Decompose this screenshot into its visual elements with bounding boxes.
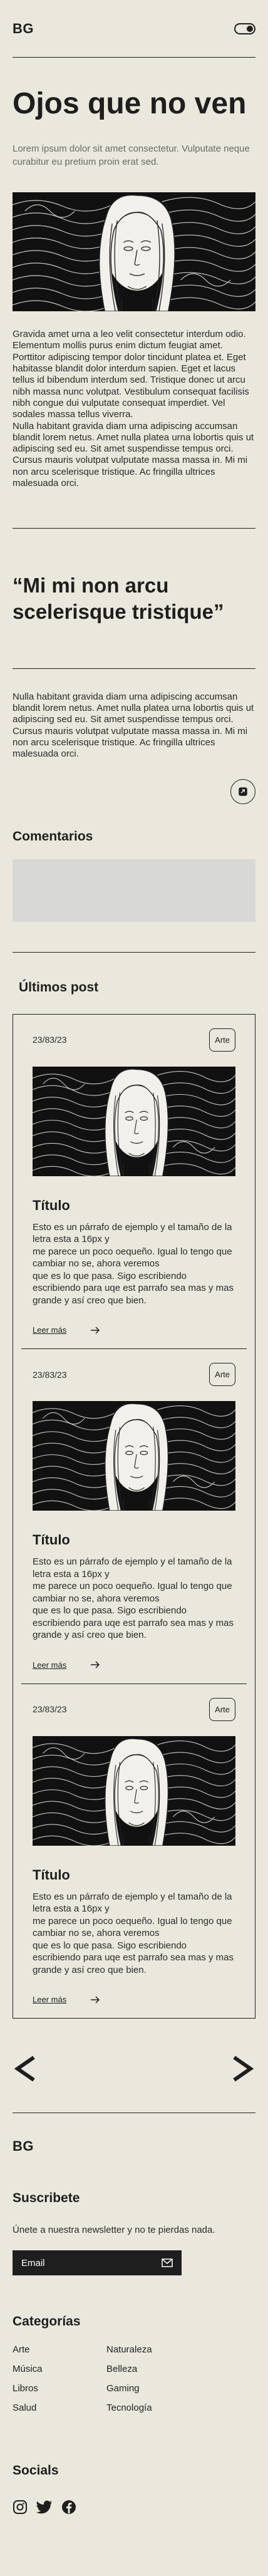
category-link[interactable]: Belleza: [106, 2364, 200, 2374]
post-tag[interactable]: Arte: [209, 1363, 235, 1387]
read-more-label: Leer más: [33, 1995, 67, 2005]
category-link[interactable]: Libros: [13, 2383, 106, 2394]
post-date: 23/83/23: [33, 1704, 67, 1715]
twitter-icon[interactable]: [36, 2500, 53, 2515]
category-link[interactable]: Naturaleza: [106, 2344, 200, 2355]
read-more-link[interactable]: Leer más: [33, 1995, 235, 2004]
engraving-illustration: [33, 1067, 235, 1176]
email-field[interactable]: Email: [13, 2250, 182, 2276]
engraving-illustration: [33, 1736, 235, 1846]
article-body-2: Nulla habitant gravida diam urna adipisc…: [13, 691, 254, 760]
theme-toggle[interactable]: [234, 23, 255, 34]
email-placeholder: Email: [21, 2257, 45, 2268]
post-tag[interactable]: Arte: [209, 1028, 235, 1052]
read-more-link[interactable]: Leer más: [33, 1325, 235, 1335]
socials-heading: Socials: [13, 2463, 59, 2478]
post-date: 23/83/23: [33, 1369, 67, 1380]
pull-quote: “Mi mi non arcu scelerisque tristique”: [13, 574, 224, 623]
facebook-icon[interactable]: [61, 2500, 76, 2515]
read-more-link[interactable]: Leer más: [33, 1660, 235, 1670]
latest-posts-section: Últimos post 23/83/23 Arte Título Esto e…: [13, 951, 255, 2019]
comments-heading: Comentarios: [13, 829, 93, 844]
site-logo[interactable]: BG: [13, 21, 34, 37]
post-title: Título: [33, 1197, 70, 1213]
newsletter-section: Suscribete Únete a nuestra newsletter y …: [13, 2191, 255, 2276]
category-link[interactable]: Arte: [13, 2344, 106, 2355]
post-image: [33, 1736, 235, 1846]
share-button[interactable]: [230, 778, 255, 804]
read-more-label: Leer más: [33, 1325, 67, 1335]
share-icon: [239, 787, 247, 796]
arrow-right-icon: [91, 1996, 100, 2004]
comments-section: Comentarios: [13, 829, 255, 922]
category-link[interactable]: Tecnología: [106, 2403, 200, 2413]
post-title: Título: [33, 1866, 70, 1883]
categories-section: Categorías Arte Naturaleza Música Bellez…: [13, 2314, 255, 2413]
article-title: Ojos que no ven: [13, 87, 247, 120]
post-excerpt: Esto es un párrafo de ejemplo y el tamañ…: [33, 1221, 234, 1306]
category-link[interactable]: Música: [13, 2364, 106, 2374]
chevron-right-icon[interactable]: [230, 2055, 255, 2082]
post-list: 23/83/23 Arte Título Esto es un párrafo …: [13, 1013, 255, 2019]
chevron-left-icon[interactable]: [13, 2055, 38, 2082]
post-card[interactable]: 23/83/23 Arte Título Esto es un párrafo …: [21, 1349, 247, 1684]
subscribe-text: Únete a nuestra newsletter y no te pierd…: [13, 2225, 215, 2236]
footer-logo[interactable]: BG: [13, 2138, 255, 2154]
post-tag[interactable]: Arte: [209, 1697, 235, 1721]
article-subtitle: Lorem ipsum dolor sit amet consectetur. …: [13, 143, 250, 168]
post-image: [33, 1401, 235, 1511]
category-link[interactable]: Gaming: [106, 2383, 200, 2394]
mail-icon[interactable]: [162, 2258, 173, 2267]
post-excerpt: Esto es un párrafo de ejemplo y el tamañ…: [33, 1556, 234, 1641]
arrow-right-icon: [91, 1661, 100, 1668]
article-body-1: Gravida amet urna a leo velit consectetu…: [13, 329, 254, 489]
read-more-label: Leer más: [33, 1660, 67, 1670]
site-footer: BG Suscribete Únete a nuestra newsletter…: [13, 2113, 255, 2515]
post-image: [33, 1067, 235, 1176]
category-list: Arte Naturaleza Música Belleza Libros Ga…: [13, 2344, 255, 2413]
arrow-right-icon: [91, 1327, 100, 1334]
subscribe-heading: Suscribete: [13, 2191, 80, 2206]
comment-input[interactable]: [13, 859, 255, 922]
divider: [13, 668, 255, 669]
article-hero-image: [13, 192, 255, 311]
instagram-icon[interactable]: [13, 2500, 28, 2515]
post-excerpt: Esto es un párrafo de ejemplo y el tamañ…: [33, 1891, 234, 1975]
engraving-illustration: [33, 1401, 235, 1511]
pagination: [13, 2050, 255, 2087]
post-card[interactable]: 23/83/23 Arte Título Esto es un párrafo …: [21, 1015, 247, 1350]
socials-section: Socials: [13, 2463, 255, 2515]
post-date: 23/83/23: [33, 1035, 67, 1045]
engraving-illustration: [13, 192, 255, 311]
site-header: BG: [13, 0, 255, 58]
post-title: Título: [33, 1532, 70, 1548]
post-card[interactable]: 23/83/23 Arte Título Esto es un párrafo …: [21, 1684, 247, 2019]
categories-heading: Categorías: [13, 2314, 81, 2329]
category-link[interactable]: Salud: [13, 2403, 106, 2413]
latest-posts-heading: Últimos post: [19, 980, 99, 995]
